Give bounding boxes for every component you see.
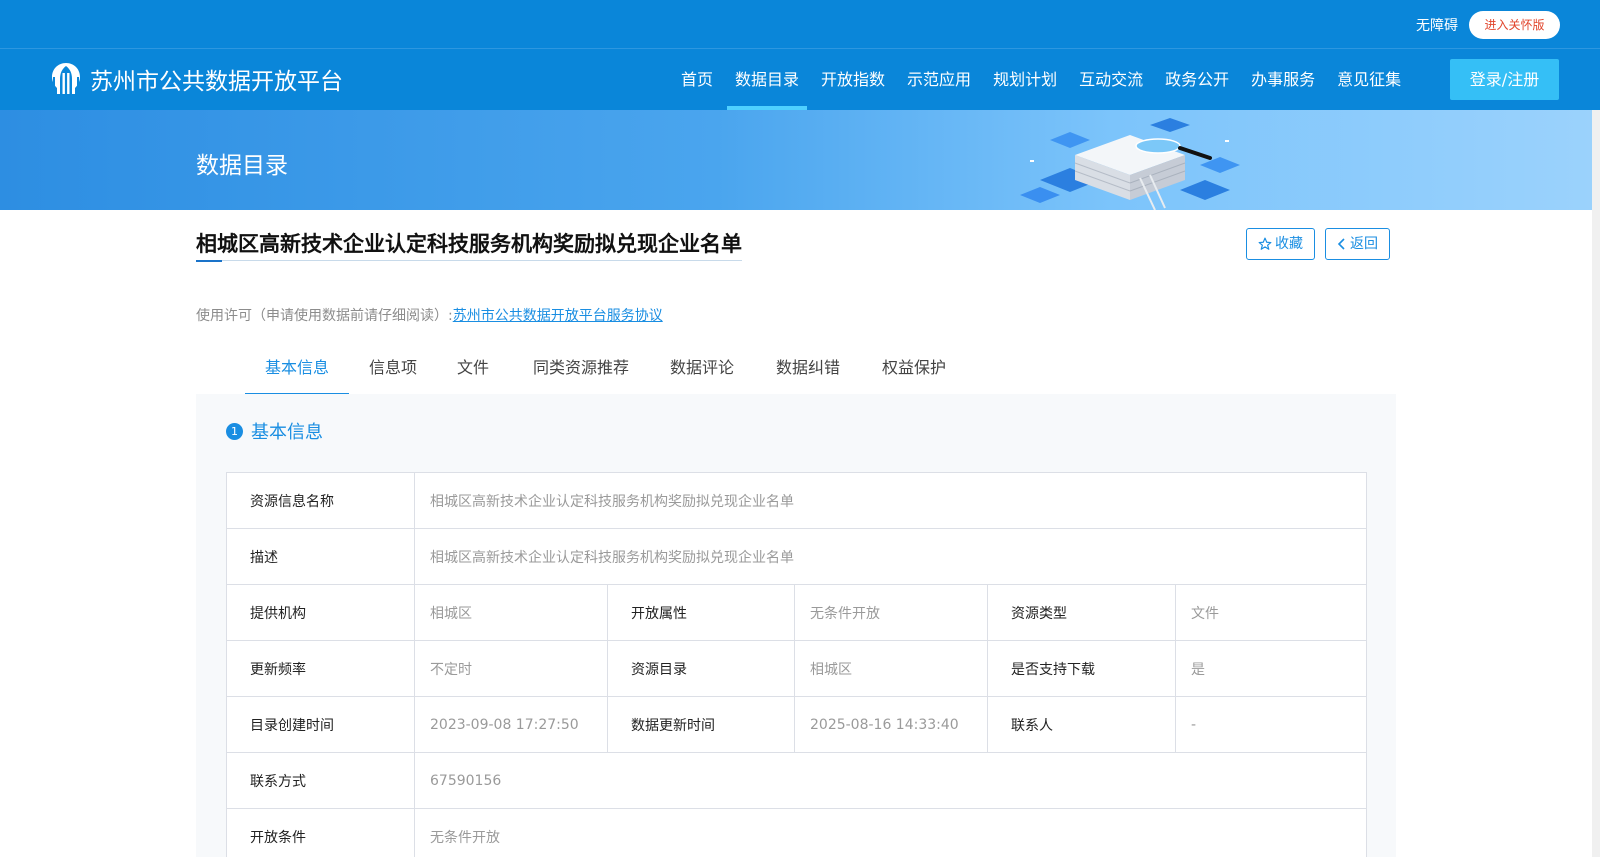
resource-type-label: 资源类型 <box>987 584 1176 641</box>
nav-item-data-catalog[interactable]: 数据目录 <box>724 49 810 110</box>
resource-type-value: 文件 <box>1175 584 1367 641</box>
open-condition-label: 开放条件 <box>226 808 415 857</box>
login-register-button[interactable]: 登录/注册 <box>1450 59 1559 100</box>
description-value: 相城区高新技术企业认定科技服务机构奖励拟兑现企业名单 <box>414 528 1367 585</box>
tab-files[interactable]: 文件 <box>443 340 503 395</box>
provider-label: 提供机构 <box>226 584 415 641</box>
resource-name-value: 相城区高新技术企业认定科技服务机构奖励拟兑现企业名单 <box>414 472 1367 529</box>
care-version-button[interactable]: 进入关怀版 <box>1469 11 1560 39</box>
nav-item-feedback[interactable]: 意见征集 <box>1326 49 1412 110</box>
back-label: 返回 <box>1350 236 1378 252</box>
site-name: 苏州市公共数据开放平台 <box>90 69 343 95</box>
tab-basic-info[interactable]: 基本信息 <box>245 340 349 395</box>
provider-value: 相城区 <box>414 584 608 641</box>
page-banner: 数据目录 <box>0 110 1592 210</box>
table-row: 更新频率 不定时 资源目录 相城区 是否支持下载 是 <box>226 640 1367 697</box>
nav-item-interaction[interactable]: 互动交流 <box>1068 49 1154 110</box>
tab-comments[interactable]: 数据评论 <box>656 340 748 395</box>
updated-time-label: 数据更新时间 <box>607 696 795 753</box>
nav-item-plans[interactable]: 规划计划 <box>982 49 1068 110</box>
tab-similar-resources[interactable]: 同类资源推荐 <box>521 340 641 395</box>
contact-method-value: 67590156 <box>414 752 1367 809</box>
usage-license: 使用许可（申请使用数据前请仔细阅读）:苏州市公共数据开放平台服务协议 <box>196 305 663 325</box>
resource-catalog-label: 资源目录 <box>607 640 795 697</box>
basic-info-table: 资源信息名称 相城区高新技术企业认定科技服务机构奖励拟兑现企业名单 描述 相城区… <box>226 472 1367 857</box>
contact-person-value: - <box>1175 696 1367 753</box>
resource-catalog-value: 相城区 <box>794 640 988 697</box>
table-row: 提供机构 相城区 开放属性 无条件开放 资源类型 文件 <box>226 584 1367 641</box>
banner-title: 数据目录 <box>196 153 288 179</box>
contact-method-label: 联系方式 <box>226 752 415 809</box>
data-cubes-illustration <box>1020 118 1240 210</box>
main-navbar: 苏州市公共数据开放平台 首页 数据目录 开放指数 示范应用 规划计划 互动交流 … <box>0 49 1600 110</box>
downloadable-value: 是 <box>1175 640 1367 697</box>
tab-info-items[interactable]: 信息项 <box>357 340 429 395</box>
table-row: 资源信息名称 相城区高新技术企业认定科技服务机构奖励拟兑现企业名单 <box>226 472 1367 529</box>
basic-info-panel: 1 基本信息 资源信息名称 相城区高新技术企业认定科技服务机构奖励拟兑现企业名单… <box>196 394 1396 857</box>
section-header: 1 基本信息 <box>226 418 323 444</box>
page-title: 相城区高新技术企业认定科技服务机构奖励拟兑现企业名单 <box>196 228 742 261</box>
tab-error-report[interactable]: 数据纠错 <box>762 340 854 395</box>
title-actions: 收藏 返回 <box>1246 228 1390 260</box>
detail-tabs: 基本信息 信息项 文件 同类资源推荐 数据评论 数据纠错 权益保护 <box>196 340 1396 395</box>
table-row: 开放条件 无条件开放 <box>226 808 1367 857</box>
section-number-badge: 1 <box>226 422 243 440</box>
table-row: 描述 相城区高新技术企业认定科技服务机构奖励拟兑现企业名单 <box>226 528 1367 585</box>
scrollbar[interactable] <box>1592 110 1600 857</box>
nav-item-services[interactable]: 办事服务 <box>1240 49 1326 110</box>
top-utility-bar: 无障碍 进入关怀版 <box>0 0 1600 49</box>
title-underline-accent <box>196 260 222 262</box>
open-condition-value: 无条件开放 <box>414 808 1367 857</box>
resource-name-label: 资源信息名称 <box>226 472 415 529</box>
description-label: 描述 <box>226 528 415 585</box>
license-prefix: 使用许可（申请使用数据前请仔细阅读）: <box>196 308 453 324</box>
accessibility-link[interactable]: 无障碍 <box>1416 15 1458 35</box>
tab-rights-protection[interactable]: 权益保护 <box>868 340 960 395</box>
updated-time-value: 2025-08-16 14:33:40 <box>794 696 988 753</box>
service-agreement-link[interactable]: 苏州市公共数据开放平台服务协议 <box>453 308 663 324</box>
back-button[interactable]: 返回 <box>1325 228 1390 260</box>
logo-icon <box>52 63 80 94</box>
open-attribute-value: 无条件开放 <box>794 584 988 641</box>
site-logo[interactable]: 苏州市公共数据开放平台 <box>48 61 343 97</box>
chevron-left-icon <box>1337 238 1345 250</box>
contact-person-label: 联系人 <box>987 696 1176 753</box>
star-icon <box>1258 237 1272 250</box>
update-frequency-value: 不定时 <box>414 640 608 697</box>
nav-item-demo-apps[interactable]: 示范应用 <box>896 49 982 110</box>
table-row: 联系方式 67590156 <box>226 752 1367 809</box>
favorite-label: 收藏 <box>1275 236 1303 252</box>
created-time-label: 目录创建时间 <box>226 696 415 753</box>
downloadable-label: 是否支持下载 <box>987 640 1176 697</box>
table-row: 目录创建时间 2023-09-08 17:27:50 数据更新时间 2025-0… <box>226 696 1367 753</box>
open-attribute-label: 开放属性 <box>607 584 795 641</box>
section-title: 基本信息 <box>251 422 323 443</box>
nav-item-home[interactable]: 首页 <box>670 49 724 110</box>
created-time-value: 2023-09-08 17:27:50 <box>414 696 608 753</box>
nav-menu: 首页 数据目录 开放指数 示范应用 规划计划 互动交流 政务公开 办事服务 意见… <box>670 49 1412 110</box>
nav-item-open-index[interactable]: 开放指数 <box>810 49 896 110</box>
update-frequency-label: 更新频率 <box>226 640 415 697</box>
nav-item-gov-affairs[interactable]: 政务公开 <box>1154 49 1240 110</box>
favorite-button[interactable]: 收藏 <box>1246 228 1315 260</box>
